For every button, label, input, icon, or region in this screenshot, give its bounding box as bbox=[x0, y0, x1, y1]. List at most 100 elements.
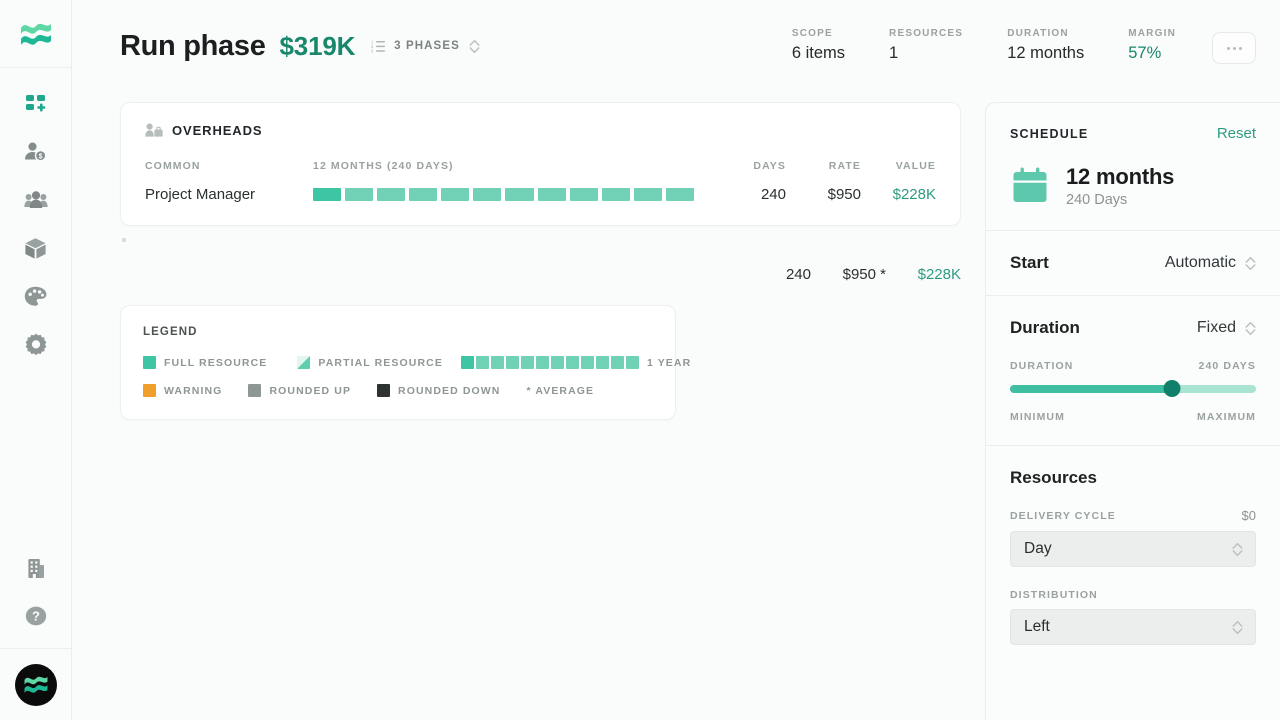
app-root: $ ? Run phase $319K 1 2 3 3 PHASES SCOPE… bbox=[0, 0, 1280, 720]
rounded-up-swatch-icon bbox=[248, 384, 262, 397]
timeline-segment[interactable] bbox=[665, 188, 694, 201]
row-days: 240 bbox=[760, 186, 786, 203]
schedule-header: SCHEDULE Reset bbox=[1010, 125, 1256, 142]
timeline-segment[interactable] bbox=[601, 188, 630, 201]
header-metrics: SCOPE 6 items RESOURCES 1 DURATION 12 mo… bbox=[792, 28, 1256, 64]
chevron-updown-icon bbox=[1232, 620, 1243, 634]
legend-row-1: FULL RESOURCE PARTIAL RESOURCE 1 YEAR bbox=[143, 356, 690, 369]
schedule-title: SCHEDULE bbox=[1010, 126, 1089, 141]
sidebar-item-products[interactable] bbox=[12, 224, 60, 272]
delivery-cycle-amount: $0 bbox=[1241, 508, 1256, 523]
chevron-updown-icon bbox=[1245, 321, 1256, 335]
legend-bar-segment bbox=[550, 356, 564, 369]
overheads-title: OVERHEADS bbox=[172, 123, 263, 138]
start-value-selector[interactable]: Automatic bbox=[1165, 254, 1256, 272]
timeline-segment[interactable] bbox=[537, 188, 566, 201]
col-header-name: COMMON bbox=[145, 160, 201, 172]
legend-item-one-year: 1 YEAR bbox=[460, 356, 691, 369]
legend-label-partial-resource: PARTIAL RESOURCE bbox=[318, 356, 443, 369]
chevron-updown-icon bbox=[1232, 542, 1243, 556]
waves-logo-icon bbox=[20, 23, 51, 45]
warning-swatch-icon bbox=[143, 384, 156, 397]
building-icon bbox=[27, 558, 44, 578]
phases-selector[interactable]: 1 2 3 3 PHASES bbox=[361, 32, 491, 61]
partial-resource-swatch-icon bbox=[297, 356, 311, 369]
waves-avatar-icon bbox=[24, 676, 47, 693]
metric-duration: DURATION 12 months bbox=[1007, 28, 1084, 63]
legend-bar-segment bbox=[490, 356, 504, 369]
person-briefcase-icon bbox=[145, 123, 163, 137]
avatar[interactable] bbox=[14, 663, 57, 706]
schedule-panel: SCHEDULE Reset 12 months 240 Days Start … bbox=[985, 102, 1280, 720]
timeline-segment[interactable] bbox=[441, 188, 470, 201]
app-logo[interactable] bbox=[0, 0, 72, 68]
delivery-cycle-value: Day bbox=[1024, 540, 1052, 557]
legend-bar-segment bbox=[580, 356, 594, 369]
svg-text:?: ? bbox=[32, 609, 40, 624]
phases-label: 3 PHASES bbox=[394, 40, 460, 52]
start-label: Start bbox=[1010, 253, 1049, 272]
timeline-segment[interactable] bbox=[569, 188, 598, 201]
legend-item-partial-resource: PARTIAL RESOURCE bbox=[297, 356, 443, 369]
delivery-cycle-select[interactable]: Day bbox=[1010, 531, 1256, 567]
legend-label-average: * AVERAGE bbox=[526, 384, 595, 397]
overheads-card: OVERHEADS COMMON 12 MONTHS (240 DAYS) DA… bbox=[120, 102, 961, 226]
duration-minimum-label: MINIMUM bbox=[1010, 411, 1065, 423]
row-resource-name: Project Manager bbox=[145, 186, 256, 203]
sidebar-bottom-nav: ? bbox=[12, 544, 60, 648]
legend-card: LEGEND FULL RESOURCE PARTIAL RESOURCE 1 … bbox=[120, 305, 690, 420]
chevron-updown-icon bbox=[469, 39, 480, 53]
metric-margin-value: 57% bbox=[1128, 44, 1162, 62]
duration-mode-selector[interactable]: Fixed bbox=[1197, 319, 1256, 337]
help-question-icon: ? bbox=[25, 606, 46, 626]
legend-label-rounded-down: ROUNDED DOWN bbox=[398, 384, 501, 397]
timeline-segment[interactable] bbox=[505, 188, 534, 201]
col-header-rate: RATE bbox=[828, 160, 861, 172]
full-resource-swatch-icon bbox=[143, 356, 156, 369]
more-options-button[interactable] bbox=[1212, 32, 1256, 64]
row-timeline[interactable] bbox=[313, 188, 708, 201]
duration-slider-thumb[interactable] bbox=[1163, 380, 1181, 397]
schedule-duration-main: 12 months bbox=[1066, 164, 1175, 189]
schedule-section: SCHEDULE Reset 12 months 240 Days bbox=[986, 103, 1280, 231]
start-row: Start Automatic bbox=[1010, 253, 1256, 273]
sidebar-item-dashboard[interactable] bbox=[12, 80, 60, 128]
one-year-bar-icon bbox=[460, 356, 639, 369]
distribution-label: DISTRIBUTION bbox=[1010, 589, 1098, 601]
rounded-down-swatch-icon bbox=[377, 384, 391, 397]
legend-bar-segment bbox=[520, 356, 534, 369]
duration-slider[interactable] bbox=[1010, 380, 1256, 397]
timeline-segment[interactable] bbox=[313, 188, 342, 201]
timeline-segment[interactable] bbox=[377, 188, 406, 201]
totals-rate: $950 * bbox=[842, 266, 886, 283]
legend-label-full-resource: FULL RESOURCE bbox=[164, 356, 268, 369]
sidebar-item-team[interactable] bbox=[12, 176, 60, 224]
chevron-updown-icon bbox=[1245, 256, 1256, 270]
sidebar-item-settings[interactable] bbox=[12, 320, 60, 368]
metric-margin: MARGIN 57% bbox=[1128, 28, 1176, 63]
timeline-segment[interactable] bbox=[345, 188, 374, 201]
timeline-segment[interactable] bbox=[473, 188, 502, 201]
schedule-reset-button[interactable]: Reset bbox=[1217, 125, 1256, 142]
sidebar-nav: $ bbox=[12, 68, 60, 368]
legend-bar-segment bbox=[535, 356, 549, 369]
start-value: Automatic bbox=[1164, 254, 1236, 271]
distribution-labels: DISTRIBUTION bbox=[1010, 589, 1256, 601]
table-row[interactable]: Project Manager 240 $950 $228K bbox=[145, 186, 936, 203]
sidebar-item-branding[interactable] bbox=[12, 272, 60, 320]
sidebar-item-company[interactable] bbox=[12, 544, 60, 592]
legend-bar-segment bbox=[595, 356, 609, 369]
svg-text:3: 3 bbox=[371, 48, 374, 53]
timeline-segments bbox=[313, 188, 708, 201]
start-section: Start Automatic bbox=[986, 231, 1280, 296]
metric-scope: SCOPE 6 items bbox=[792, 28, 845, 63]
page-header: Run phase $319K 1 2 3 3 PHASES SCOPE 6 i… bbox=[72, 0, 1280, 92]
metric-duration-value: 12 months bbox=[1007, 44, 1085, 62]
col-header-days: DAYS bbox=[753, 160, 786, 172]
timeline-segment[interactable] bbox=[633, 188, 662, 201]
metric-scope-label: SCOPE bbox=[791, 28, 833, 39]
distribution-select[interactable]: Left bbox=[1010, 609, 1256, 645]
timeline-segment[interactable] bbox=[409, 188, 438, 201]
sidebar-item-help[interactable]: ? bbox=[12, 592, 60, 640]
sidebar-item-clients[interactable]: $ bbox=[12, 128, 60, 176]
